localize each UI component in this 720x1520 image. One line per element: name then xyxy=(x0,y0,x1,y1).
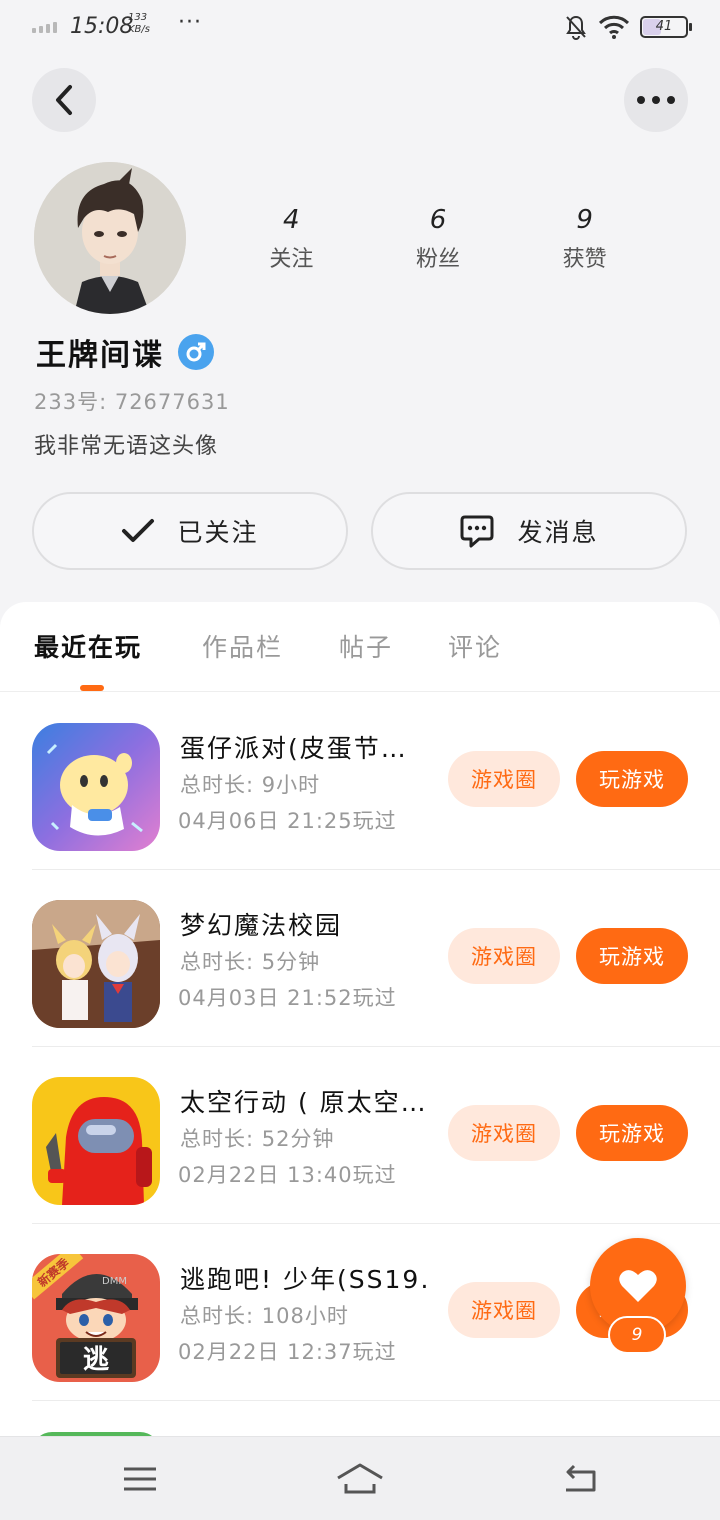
username-row: 王牌间谍 xyxy=(36,330,214,374)
play-game-button[interactable]: 玩游戏 xyxy=(576,1105,688,1161)
status-time: 15:08 xyxy=(70,14,134,39)
game-title: 逃跑吧! 少年(SS19… xyxy=(180,1265,430,1294)
wifi-icon xyxy=(598,15,630,39)
back-button[interactable] xyxy=(32,68,96,132)
stat-likes[interactable]: 9 获赞 xyxy=(525,205,645,273)
home-icon xyxy=(337,1463,383,1494)
stat-followers[interactable]: 6 粉丝 xyxy=(378,205,498,273)
more-dots-icon xyxy=(637,96,675,104)
game-duration: 总时长: 5分钟 xyxy=(180,950,321,974)
game-last-played: 04月06日 21:25玩过 xyxy=(178,809,397,833)
send-message-button[interactable]: 发消息 xyxy=(371,492,687,570)
likes-label: 获赞 xyxy=(562,247,607,272)
game-duration: 总时长: 108小时 xyxy=(180,1304,349,1328)
profile-stats: 4 关注 6 粉丝 9 获赞 xyxy=(218,205,658,273)
checkmark-icon xyxy=(122,519,155,542)
icon-brand: DMM xyxy=(102,1276,127,1287)
nav-back-button[interactable] xyxy=(560,1461,600,1497)
game-last-played: 02月22日 12:37玩过 xyxy=(178,1340,397,1364)
game-icon-space-action[interactable] xyxy=(32,1077,160,1205)
male-gender-icon xyxy=(178,334,214,370)
chat-bubble-icon xyxy=(460,515,494,548)
followed-label: 已关注 xyxy=(177,518,259,547)
play-game-button[interactable]: 玩游戏 xyxy=(576,928,688,984)
menu-icon xyxy=(124,1467,156,1491)
username: 王牌间谍 xyxy=(36,338,164,373)
battery-icon: 41 xyxy=(640,16,692,38)
game-title: 蛋仔派对(皮蛋节… xyxy=(180,734,408,763)
game-circle-button[interactable]: 游戏圈 xyxy=(448,1105,560,1161)
game-circle-button[interactable]: 游戏圈 xyxy=(448,751,560,807)
active-tab-indicator xyxy=(80,685,104,691)
system-nav-bar xyxy=(0,1436,720,1520)
nav-home-button[interactable] xyxy=(336,1461,384,1497)
stat-following[interactable]: 4 关注 xyxy=(231,205,351,273)
signal-icon xyxy=(32,22,57,33)
tab-bar: 最近在玩 作品栏 帖子 评论 xyxy=(0,602,720,692)
game-circle-button[interactable]: 游戏圈 xyxy=(448,928,560,984)
game-icon-escape-boy[interactable]: 逃 DMM 新赛季 xyxy=(32,1254,160,1382)
heart-icon xyxy=(619,1270,657,1302)
followed-button[interactable]: 已关注 xyxy=(32,492,348,570)
return-icon xyxy=(566,1464,596,1492)
game-title: 梦幻魔法校园 xyxy=(180,911,343,940)
game-last-played: 02月22日 13:40玩过 xyxy=(178,1163,397,1187)
following-label: 关注 xyxy=(269,247,314,272)
game-last-played: 04月03日 21:52玩过 xyxy=(178,986,397,1010)
play-game-button[interactable]: 玩游戏 xyxy=(576,751,688,807)
game-icon-eggy-party[interactable] xyxy=(32,723,160,851)
following-count: 4 xyxy=(283,205,300,235)
game-circle-button[interactable]: 游戏圈 xyxy=(448,1282,560,1338)
game-duration: 总时长: 9小时 xyxy=(180,773,321,797)
more-options-button[interactable] xyxy=(624,68,688,132)
icon-char: 逃 xyxy=(83,1345,109,1375)
mute-bell-icon xyxy=(566,15,586,40)
followers-label: 粉丝 xyxy=(415,247,460,272)
status-more-icon: ··· xyxy=(178,10,202,35)
game-list-item[interactable]: 梦幻魔法校园 总时长: 5分钟 04月03日 21:52玩过 游戏圈 玩游戏 xyxy=(32,870,720,1047)
game-icon-magic-school[interactable] xyxy=(32,900,160,1028)
likes-count: 9 xyxy=(576,205,593,235)
avatar-image xyxy=(34,162,186,314)
game-list-item[interactable]: 蛋仔派对(皮蛋节… 总时长: 9小时 04月06日 21:25玩过 游戏圈 玩游… xyxy=(32,693,720,870)
status-bar: 15:08 133 KB/s ··· 41 xyxy=(0,0,720,56)
tab-comments[interactable]: 评论 xyxy=(448,628,502,664)
tab-recently-played[interactable]: 最近在玩 xyxy=(34,628,142,664)
bio: 我非常无语这头像 xyxy=(34,434,219,459)
game-list-item[interactable]: 太空行动 ( 原太空… 总时长: 52分钟 02月22日 13:40玩过 游戏圈… xyxy=(32,1047,720,1224)
followers-count: 6 xyxy=(429,205,447,235)
tab-works[interactable]: 作品栏 xyxy=(202,628,283,664)
tab-posts[interactable]: 帖子 xyxy=(339,628,393,664)
avatar[interactable] xyxy=(34,162,186,314)
chevron-left-icon xyxy=(56,85,72,115)
net-speed: 133 KB/s xyxy=(128,12,150,35)
send-message-label: 发消息 xyxy=(517,518,599,547)
game-duration: 总时长: 52分钟 xyxy=(180,1127,335,1151)
game-title: 太空行动 ( 原太空… xyxy=(180,1088,428,1117)
nav-menu-button[interactable] xyxy=(120,1461,160,1497)
account-id: 233号: 72677631 xyxy=(34,390,230,414)
like-count-badge: 9 xyxy=(608,1316,666,1354)
